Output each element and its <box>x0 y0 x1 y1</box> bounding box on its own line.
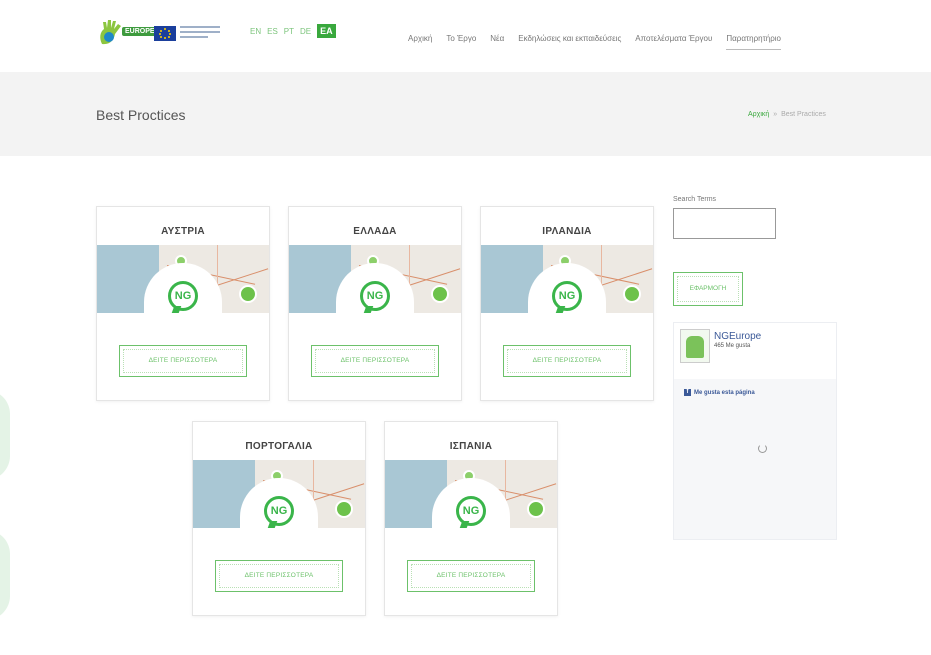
card-country-name: ΑΥΣΤΡΙΑ <box>161 226 205 237</box>
card-country-name: ΕΛΛΑΔΑ <box>353 226 397 237</box>
logo-brand-text: EUROPE <box>122 27 158 36</box>
language-switcher: EN ES PT DE EA <box>250 24 336 38</box>
card-country-name: ΙΡΛΑΝΔΙΑ <box>542 226 592 237</box>
facebook-like-button[interactable]: f Me gusta esta página <box>684 389 755 396</box>
lang-el[interactable]: EA <box>317 24 336 38</box>
site-header: EUROPE EN ES PT DE EA Αρχική Το Έργο Νέα… <box>0 0 931 72</box>
ng-logo-icon: NG <box>552 281 582 311</box>
country-card: ΠΟΡΤΟΓΑΛΙΑ NG ΔΕΙΤΕ ΠΕΡΙΣΣΟΤΕΡΑ <box>192 421 366 616</box>
see-more-button[interactable]: ΔΕΙΤΕ ΠΕΡΙΣΣΟΤΕΡΑ <box>215 560 343 592</box>
loading-spinner-icon <box>758 444 767 453</box>
map-marker-icon <box>239 285 257 303</box>
nav-news[interactable]: Νέα <box>490 34 504 50</box>
map-marker-icon <box>431 285 449 303</box>
page-title-bar: Best Proctices Αρχική » Best Practices <box>0 72 931 156</box>
facebook-like-label: Me gusta esta página <box>694 389 755 396</box>
see-more-button[interactable]: ΔΕΙΤΕ ΠΕΡΙΣΣΟΤΕΡΑ <box>503 345 631 377</box>
ng-logo-icon: NG <box>456 496 486 526</box>
facebook-icon: f <box>684 389 691 396</box>
main-nav: Αρχική Το Έργο Νέα Εκδηλώσεις και εκπαιδ… <box>408 34 781 50</box>
lang-de[interactable]: DE <box>300 27 311 36</box>
see-more-button[interactable]: ΔΕΙΤΕ ΠΕΡΙΣΣΟΤΕΡΑ <box>311 345 439 377</box>
facebook-widget-header: NGEurope 465 Me gusta <box>674 323 836 379</box>
facebook-widget: NGEurope 465 Me gusta f Me gusta esta pá… <box>673 322 837 540</box>
see-more-button[interactable]: ΔΕΙΤΕ ΠΕΡΙΣΣΟΤΕΡΑ <box>119 345 247 377</box>
card-country-name: ΠΟΡΤΟΓΑΛΙΑ <box>245 441 313 452</box>
nav-home[interactable]: Αρχική <box>408 34 432 50</box>
apply-button[interactable]: ΕΦΑΡΜΟΓΗ <box>673 272 743 306</box>
facebook-page-name[interactable]: NGEurope <box>714 331 761 342</box>
decorative-leaf <box>0 390 10 480</box>
lang-pt[interactable]: PT <box>284 27 294 36</box>
eu-flag-icon <box>154 26 176 41</box>
search-terms-label: Search Terms <box>673 196 717 203</box>
search-input[interactable] <box>673 208 776 239</box>
breadcrumb: Αρχική » Best Practices <box>748 111 826 118</box>
site-logo[interactable]: EUROPE <box>96 18 226 48</box>
facebook-like-count: 465 Me gusta <box>714 343 751 349</box>
ng-logo-icon: NG <box>168 281 198 311</box>
card-country-name: ΙΣΠΑΝΙΑ <box>449 441 493 452</box>
facebook-page-avatar[interactable] <box>680 329 710 363</box>
map-marker-icon <box>623 285 641 303</box>
country-card: ΑΥΣΤΡΙΑ NG ΔΕΙΤΕ ΠΕΡΙΣΣΟΤΕΡΑ <box>96 206 270 401</box>
ng-logo-icon: NG <box>264 496 294 526</box>
nav-project[interactable]: Το Έργο <box>446 34 476 50</box>
country-card: ΕΛΛΑΔΑ NG ΔΕΙΤΕ ΠΕΡΙΣΣΟΤΕΡΑ <box>288 206 462 401</box>
lang-es[interactable]: ES <box>267 27 278 36</box>
country-card: ΙΡΛΑΝΔΙΑ NG ΔΕΙΤΕ ΠΕΡΙΣΣΟΤΕΡΑ <box>480 206 654 401</box>
nav-results[interactable]: Αποτελέσματα Έργου <box>635 34 712 50</box>
nav-events[interactable]: Εκδηλώσεις και εκπαιδεύσεις <box>518 34 621 50</box>
nav-observatory[interactable]: Παρατηρητήριο <box>726 34 781 50</box>
map-marker-icon <box>335 500 353 518</box>
country-card: ΙΣΠΑΝΙΑ NG ΔΕΙΤΕ ΠΕΡΙΣΣΟΤΕΡΑ <box>384 421 558 616</box>
map-marker-icon <box>527 500 545 518</box>
see-more-button[interactable]: ΔΕΙΤΕ ΠΕΡΙΣΣΟΤΕΡΑ <box>407 560 535 592</box>
decorative-leaf <box>0 530 10 620</box>
breadcrumb-current: Best Practices <box>781 111 826 118</box>
eu-funding-text <box>180 26 220 40</box>
breadcrumb-separator: » <box>773 111 778 118</box>
ng-logo-icon: NG <box>360 281 390 311</box>
breadcrumb-home[interactable]: Αρχική <box>748 111 769 118</box>
page-title: Best Proctices <box>96 107 186 123</box>
lang-en[interactable]: EN <box>250 27 261 36</box>
